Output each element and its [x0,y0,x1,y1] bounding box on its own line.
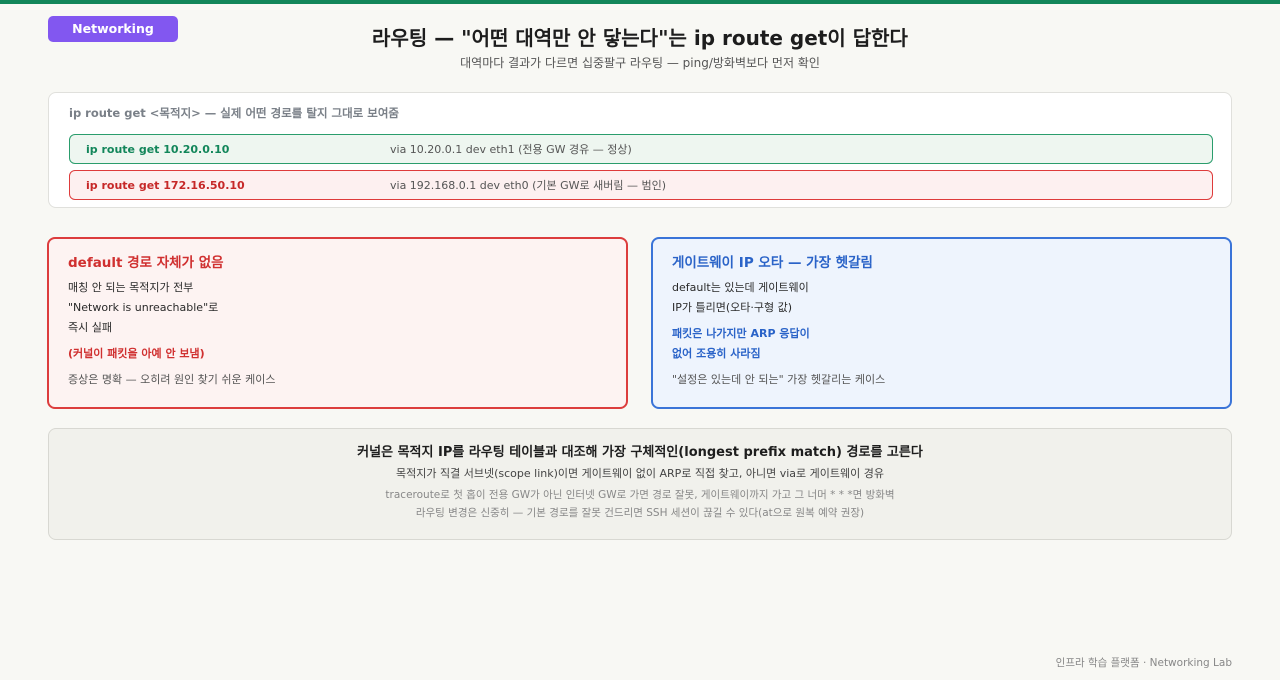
route-result: via 10.20.0.1 dev eth1 (전용 GW 경유 — 정상) [390,143,632,156]
summary-title: 커널은 목적지 IP를 라우팅 테이블과 대조해 가장 구체적인(longest… [357,445,923,460]
summary-hint: traceroute로 첫 홉이 전용 GW가 아닌 인터넷 GW로 가면 경로… [385,489,895,501]
page-title: 라우팅 — "어떤 대역만 안 닿는다"는 ip route get이 답한다 [372,26,908,50]
card-note: 증상은 명확 — 오히려 원인 찾기 쉬운 케이스 [68,373,276,386]
route-row-ok: ip route get 10.20.0.10 via 10.20.0.1 de… [69,134,1213,164]
card-emphasis: (커널이 패킷을 아예 안 보냄) [68,347,205,360]
card-title: default 경로 자체가 없음 [68,255,224,271]
top-accent-bar [0,0,1280,4]
route-get-panel: ip route get <목적지> — 실제 어떤 경로를 탈지 그대로 보여… [48,92,1232,208]
summary-panel: 커널은 목적지 IP를 라우팅 테이블과 대조해 가장 구체적인(longest… [48,428,1232,540]
card-text: 매칭 안 되는 목적지가 전부 [68,281,194,294]
no-default-route-card: default 경로 자체가 없음 매칭 안 되는 목적지가 전부 "Netwo… [47,237,628,409]
summary-hint: 라우팅 변경은 신중히 — 기본 경로를 잘못 건드리면 SSH 세션이 끊길 … [415,507,865,519]
card-title: 게이트웨이 IP 오타 — 가장 헷갈림 [672,255,873,271]
page-subtitle: 대역마다 결과가 다르면 십중팔구 라우팅 — ping/방화벽보다 먼저 확인 [460,56,820,70]
card-text: "Network is unreachable"로 [68,301,219,314]
footer-credit: 인프라 학습 플랫폼 · Networking Lab [1055,657,1232,669]
route-row-bad: ip route get 172.16.50.10 via 192.168.0.… [69,170,1213,200]
route-panel-title: ip route get <목적지> — 실제 어떤 경로를 탈지 그대로 보여… [69,106,400,120]
route-result: via 192.168.0.1 dev eth0 (기본 GW로 새버림 — 범… [390,179,667,192]
card-text: IP가 틀리면(오타·구형 값) [672,301,793,314]
card-text: 즉시 실패 [68,321,112,334]
route-command: ip route get 10.20.0.10 [86,143,230,156]
card-emphasis: 없어 조용히 사라짐 [672,347,761,360]
summary-text: 목적지가 직결 서브넷(scope link)이면 게이트웨이 없이 ARP로 … [396,467,884,480]
gateway-typo-card: 게이트웨이 IP 오타 — 가장 헷갈림 default는 있는데 게이트웨이 … [651,237,1232,409]
card-text: default는 있는데 게이트웨이 [672,281,809,294]
card-note: "설정은 있는데 안 되는" 가장 헷갈리는 케이스 [672,373,886,386]
route-command: ip route get 172.16.50.10 [86,179,245,192]
card-emphasis: 패킷은 나가지만 ARP 응답이 [672,327,810,340]
